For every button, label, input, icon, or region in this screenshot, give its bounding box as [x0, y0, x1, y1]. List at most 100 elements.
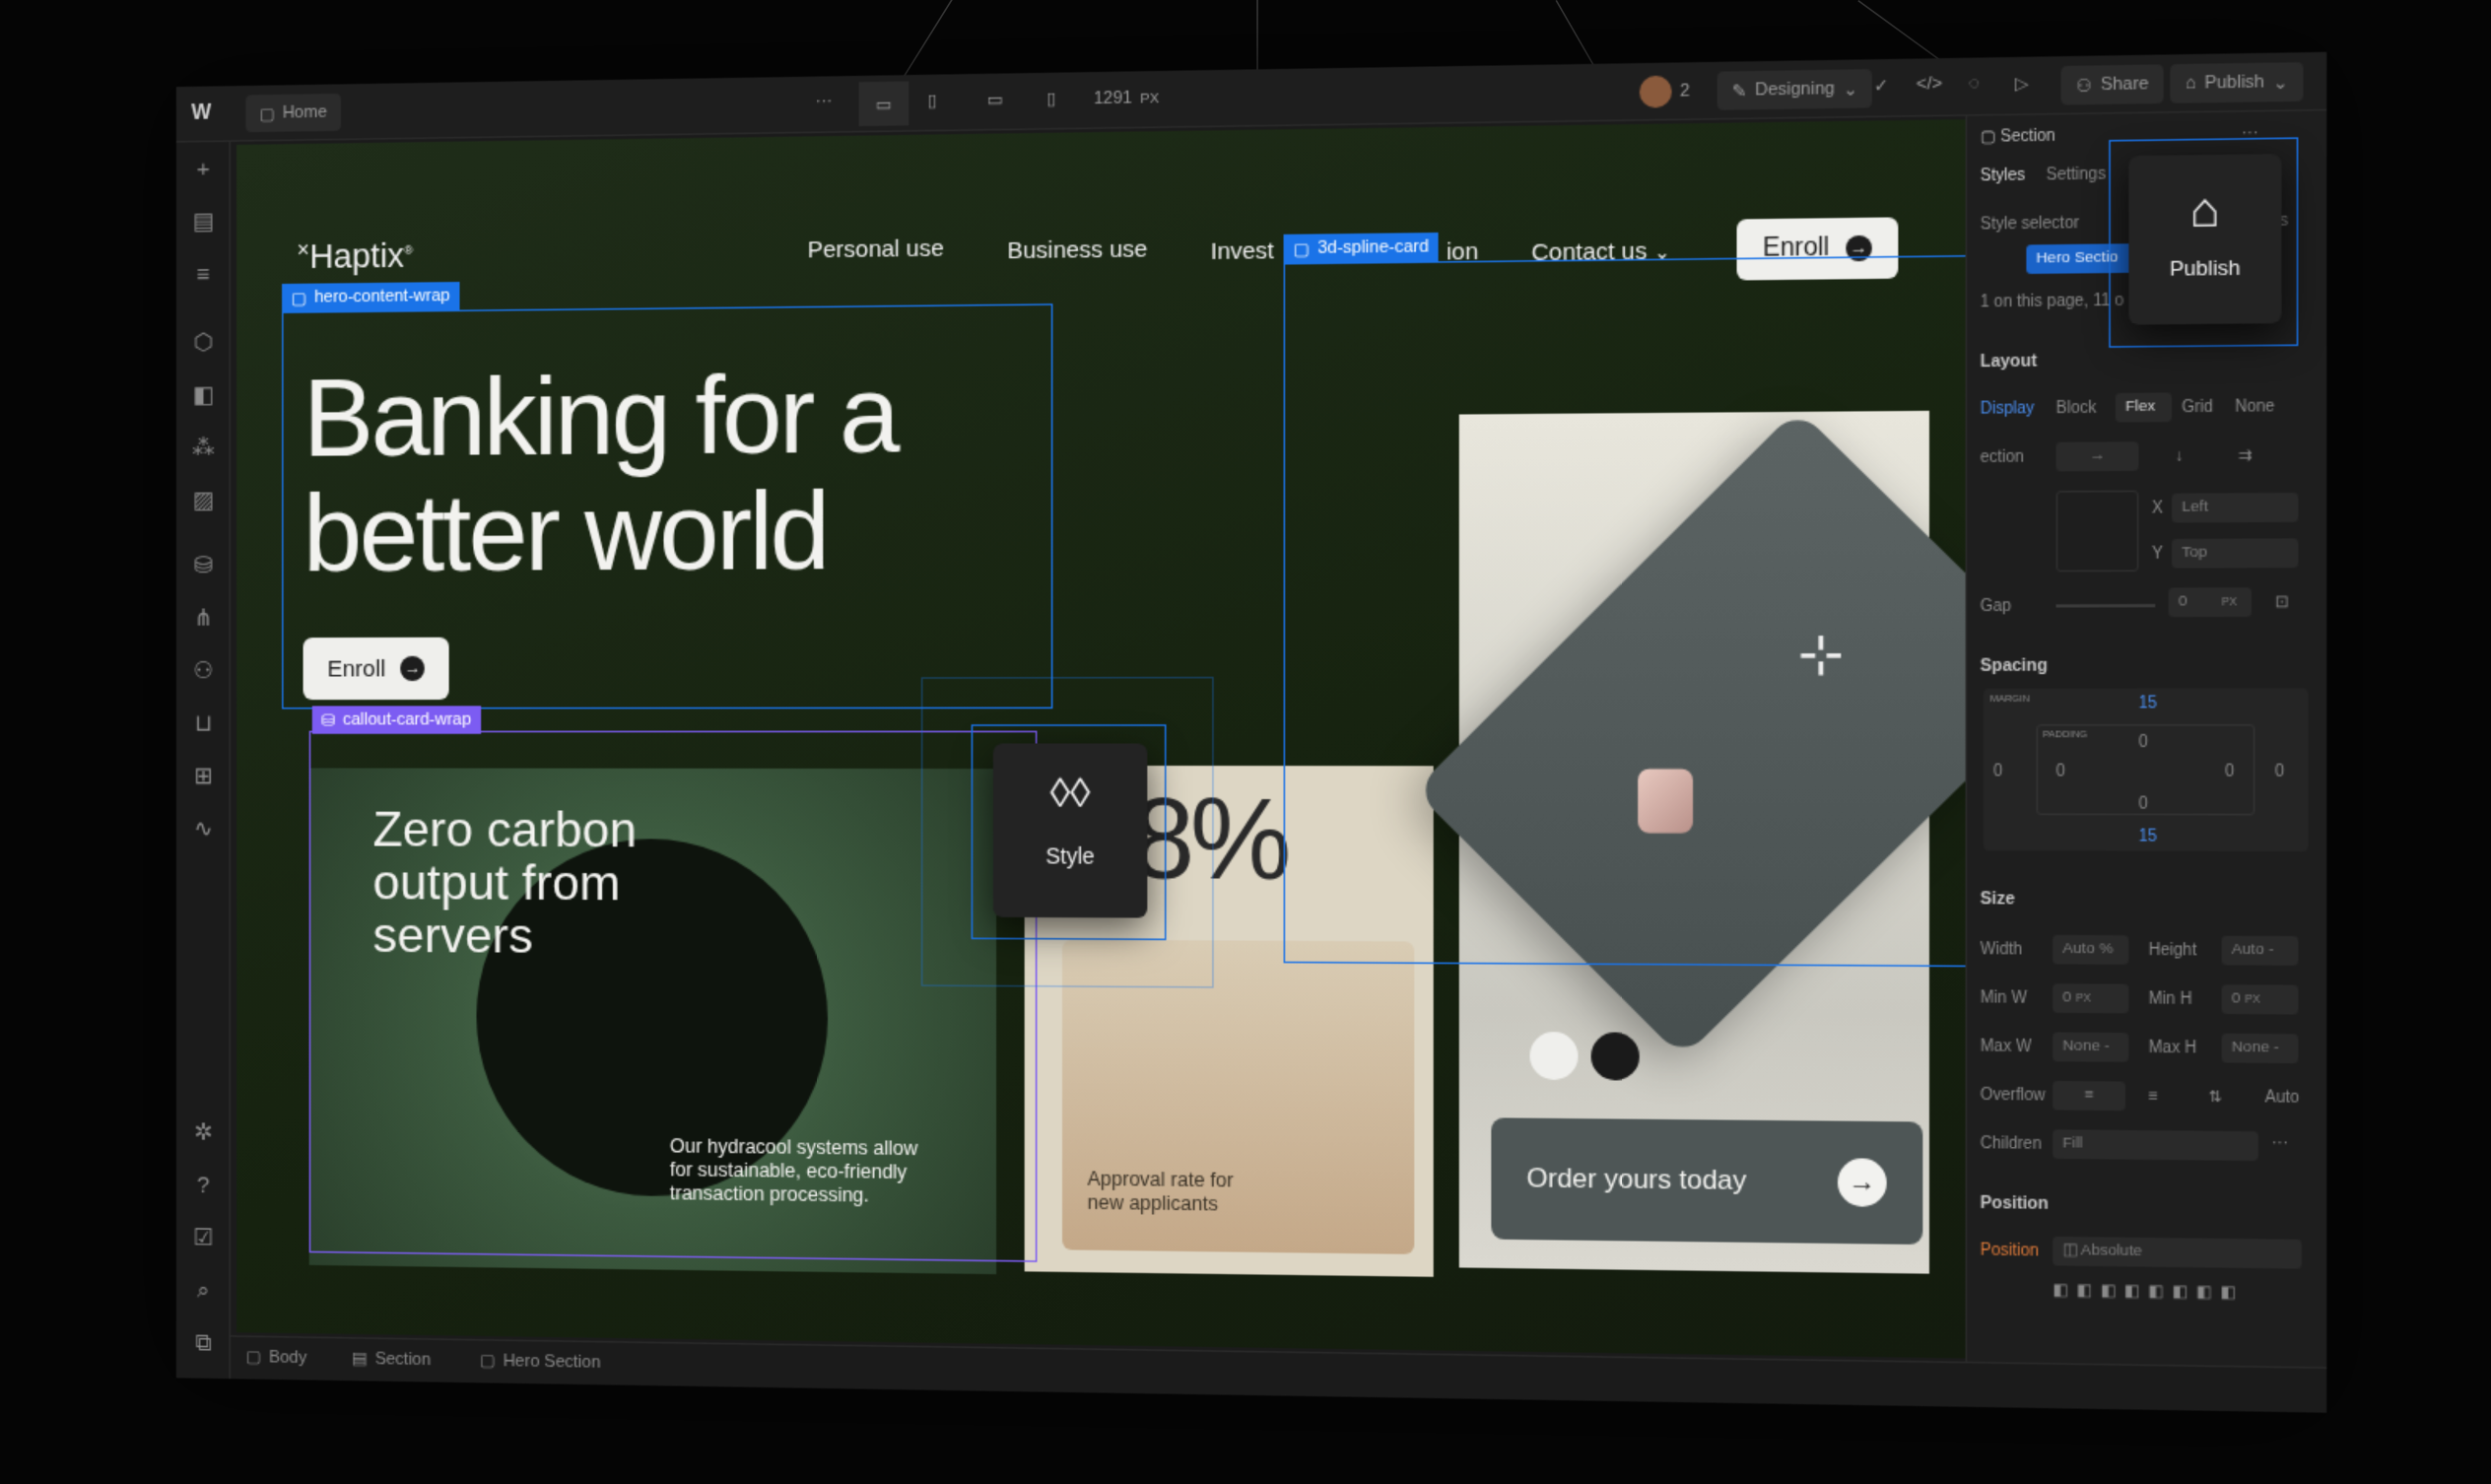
- direction-column-icon[interactable]: ↓: [2175, 447, 2183, 465]
- align-y-select[interactable]: Top: [2172, 538, 2299, 569]
- variables-icon[interactable]: ⁂: [188, 434, 219, 465]
- audit-icon[interactable]: ☑: [188, 1223, 219, 1254]
- check-icon[interactable]: ✓: [1873, 75, 1888, 97]
- landscape-breakpoint-icon[interactable]: ▭: [987, 90, 1004, 109]
- gap-input[interactable]: 0 PX: [2168, 587, 2253, 618]
- tab-styles[interactable]: Styles: [1981, 168, 2025, 186]
- users-icon[interactable]: ⚇: [188, 656, 219, 687]
- position-presets-icon[interactable]: ◧◧◧◧◧◧◧◧: [2053, 1282, 2244, 1303]
- display-block[interactable]: Block: [2056, 400, 2097, 418]
- publish-button[interactable]: ⌂ Publish ⌄: [2170, 62, 2304, 103]
- mobile-breakpoint-icon[interactable]: ▯: [1046, 89, 1056, 108]
- design-canvas[interactable]: ×Haptix® Personal use Business use Inves…: [236, 119, 1966, 1359]
- collaborators[interactable]: 2: [1639, 75, 1690, 108]
- nav-personal[interactable]: Personal use: [808, 236, 944, 264]
- width-input[interactable]: Auto %: [2053, 934, 2129, 965]
- nav-invest[interactable]: Invest: [1211, 237, 1274, 265]
- video-icon[interactable]: ⧉: [188, 1328, 219, 1360]
- padding-bottom[interactable]: 0: [2138, 796, 2147, 814]
- callout-card-wrap-tag[interactable]: ⛁ callout-card-wrap: [311, 706, 481, 734]
- padding-right[interactable]: 0: [2225, 764, 2234, 781]
- tab-settings[interactable]: Settings: [2046, 166, 2106, 184]
- direction-row-icon[interactable]: →: [2055, 441, 2139, 472]
- align-y-label: Y: [2151, 545, 2164, 564]
- style-panel: ▢ Section ··· Styles Settings Style sele…: [1965, 110, 2327, 1368]
- display-grid[interactable]: Grid: [2182, 399, 2213, 417]
- maxh-unit: -: [2273, 1039, 2279, 1057]
- share-button[interactable]: ⚇ Share: [2060, 64, 2165, 105]
- margin-left[interactable]: 0: [1993, 763, 2002, 780]
- nav-business[interactable]: Business use: [1007, 236, 1147, 265]
- gap-value: 0: [2178, 592, 2188, 611]
- assets-icon[interactable]: ▨: [188, 486, 219, 517]
- hero-content-wrap-tag[interactable]: ▢ hero-content-wrap: [282, 282, 459, 312]
- help-icon[interactable]: ?: [188, 1171, 219, 1202]
- maxw-input[interactable]: None -: [2053, 1032, 2129, 1062]
- align-x-select[interactable]: Left: [2172, 493, 2299, 523]
- pages-icon[interactable]: ▤: [188, 207, 219, 238]
- spline-card-tag[interactable]: ▢ 3d-spline-card: [1283, 232, 1439, 263]
- direction-wrap-icon[interactable]: ⇉: [2239, 447, 2253, 465]
- desktop-breakpoint-icon[interactable]: ▭: [858, 81, 909, 127]
- add-icon[interactable]: +: [188, 155, 219, 186]
- overflow-visible-icon[interactable]: ≡: [2053, 1080, 2125, 1112]
- order-button[interactable]: Order yours today →: [1491, 1117, 1923, 1246]
- breadcrumb-body[interactable]: ▢ Body: [245, 1346, 307, 1368]
- webflow-logo-icon[interactable]: W: [191, 99, 211, 123]
- minw-input[interactable]: 0 PX: [2053, 983, 2129, 1014]
- display-none[interactable]: None: [2235, 398, 2274, 416]
- height-val: Auto: [2231, 940, 2264, 960]
- width-label: Width: [1980, 941, 2023, 960]
- search-icon[interactable]: ⌕: [188, 1276, 219, 1308]
- preview-icon[interactable]: ▷: [2015, 73, 2029, 95]
- align-grid[interactable]: [2055, 490, 2139, 573]
- minh-input[interactable]: 0 PX: [2221, 984, 2299, 1015]
- maxh-val: None: [2231, 1038, 2270, 1057]
- children-more-icon[interactable]: ···: [2271, 1135, 2288, 1153]
- maxh-input[interactable]: None -: [2221, 1033, 2299, 1064]
- spline-label: 3d-spline-card: [1317, 236, 1430, 258]
- overflow-auto[interactable]: Auto: [2265, 1089, 2300, 1107]
- size-heading: Size: [1980, 889, 2015, 910]
- margin-top[interactable]: 15: [2138, 695, 2157, 712]
- ecommerce-icon[interactable]: ⊔: [188, 709, 219, 740]
- settings-icon[interactable]: ✲: [188, 1118, 219, 1150]
- more-icon[interactable]: ···: [815, 92, 832, 110]
- breadcrumb-hero-section[interactable]: ▢ Hero Section: [480, 1350, 601, 1373]
- code-icon[interactable]: </>: [1917, 75, 1942, 95]
- breadcrumb-label: Body: [268, 1347, 307, 1368]
- swatch-dark[interactable]: [1590, 1032, 1640, 1081]
- comment-icon[interactable]: ◌: [1969, 74, 1980, 94]
- navigator-icon[interactable]: ≡: [188, 260, 219, 292]
- more-label: ···: [815, 92, 833, 111]
- cms-icon[interactable]: ⛁: [188, 551, 219, 582]
- stat-caption-line-2: new applicants: [1087, 1191, 1219, 1216]
- padding-left[interactable]: 0: [2056, 763, 2065, 780]
- mode-dropdown[interactable]: ✎ Designing ⌄: [1717, 69, 1873, 110]
- breadcrumb-section[interactable]: ▤ Section: [352, 1348, 431, 1370]
- children-select[interactable]: Fill: [2053, 1129, 2258, 1161]
- style-popup[interactable]: ◊◊ Style: [992, 743, 1148, 918]
- publish-popup[interactable]: ⌂ Publish: [2128, 154, 2282, 325]
- margin-right[interactable]: 0: [2275, 764, 2284, 781]
- gap-slider[interactable]: [2055, 603, 2156, 608]
- apps-icon[interactable]: ⊞: [188, 762, 219, 792]
- height-input[interactable]: Auto -: [2221, 935, 2299, 966]
- swatch-light[interactable]: [1529, 1031, 1579, 1081]
- padding-top[interactable]: 0: [2138, 734, 2147, 752]
- display-flex[interactable]: Flex: [2115, 392, 2173, 423]
- margin-bottom[interactable]: 15: [2138, 828, 2157, 845]
- analytics-icon[interactable]: ∿: [188, 815, 219, 846]
- tablet-breakpoint-icon[interactable]: ▯: [927, 91, 937, 110]
- lock-icon[interactable]: ⊡: [2275, 594, 2289, 612]
- libraries-icon[interactable]: ◧: [188, 380, 219, 412]
- position-select[interactable]: ◫ Absolute: [2053, 1236, 2302, 1269]
- components-icon[interactable]: ⬡: [188, 328, 219, 360]
- logic-icon[interactable]: ⋔: [188, 604, 219, 636]
- overflow-hidden-icon[interactable]: ≡: [2148, 1088, 2158, 1106]
- site-logo[interactable]: ×Haptix®: [297, 236, 413, 277]
- width-value: 1291: [1093, 89, 1133, 109]
- person-icon: ⚇: [2075, 76, 2093, 97]
- overflow-scroll-icon[interactable]: ⇅: [2208, 1089, 2222, 1107]
- page-selector[interactable]: ▢ Home: [245, 93, 341, 133]
